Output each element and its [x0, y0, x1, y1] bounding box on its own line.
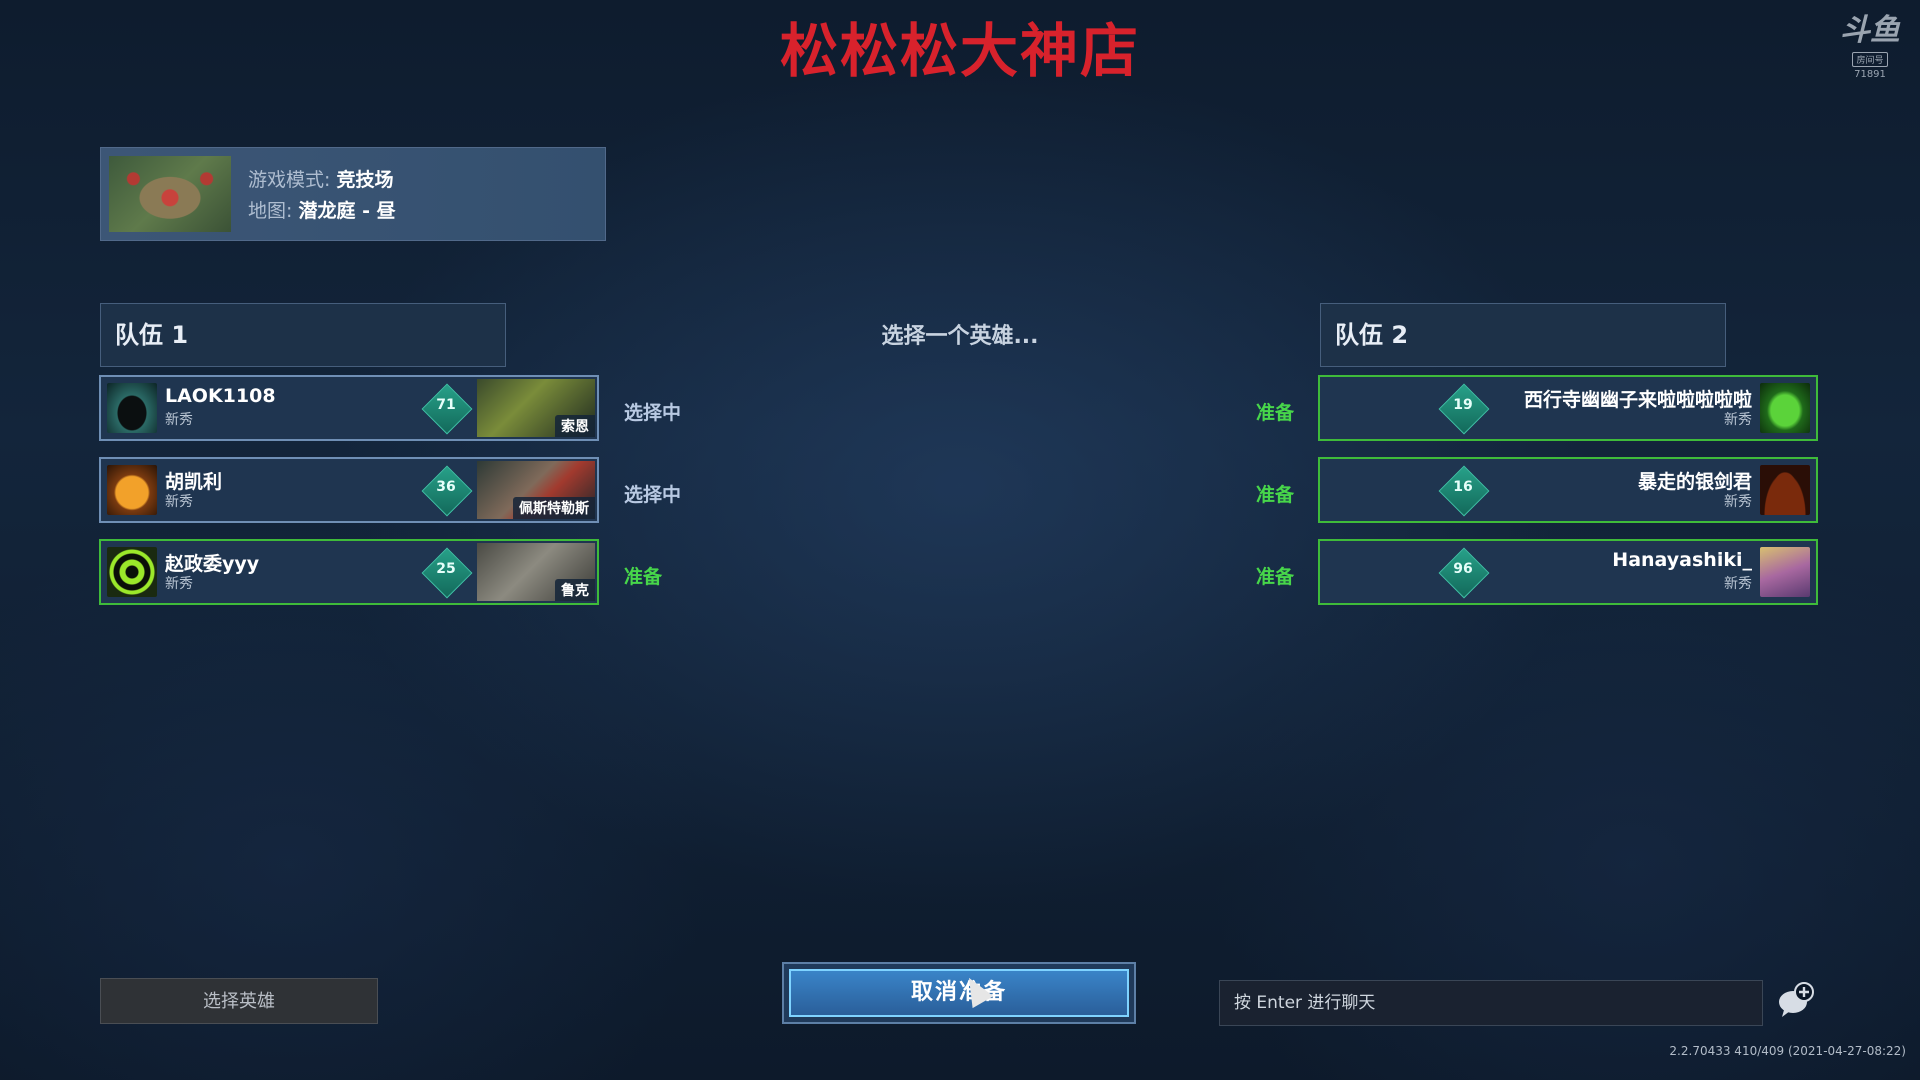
team1-player-slot[interactable]: 胡凯利 新秀 36 佩斯特勒斯 [99, 457, 599, 523]
team1-player-slot[interactable]: 赵政委yyy 新秀 25 鲁克 [99, 539, 599, 605]
chat-add-icon[interactable] [1776, 980, 1816, 1020]
team1-player-slot[interactable]: LAOK1108 新秀 71 索恩 [99, 375, 599, 441]
player-level: 36 [436, 479, 456, 495]
player-status: 准备 [1256, 402, 1295, 424]
select-hero-button[interactable]: 选择英雄 [100, 978, 378, 1024]
silhouette-avatar-icon [1760, 465, 1810, 515]
player-level: 96 [1453, 561, 1473, 577]
map-line: 地图: 潜龙庭 - 昼 [248, 196, 396, 223]
player-level: 16 [1453, 479, 1473, 495]
douyu-logo-icon: 斗鱼 [1840, 13, 1900, 48]
player-rank: 新秀 [1724, 412, 1752, 428]
cancel-ready-label: 取消准备 [789, 969, 1129, 1017]
douyu-watermark: 斗鱼 房间号 71891 [1838, 13, 1902, 81]
biohazard-avatar-icon [107, 547, 157, 597]
player-level: 19 [1453, 397, 1473, 413]
player-status: 准备 [1256, 484, 1295, 506]
player-status: 准备 [1256, 566, 1295, 588]
map-thumbnail [109, 156, 231, 232]
player-name: LAOK1108 [165, 385, 276, 407]
room-id: 71891 [1854, 69, 1886, 80]
player-rank: 新秀 [165, 576, 193, 592]
player-rank: 新秀 [165, 494, 193, 510]
player-rank: 新秀 [165, 412, 193, 428]
player-rank: 新秀 [1724, 576, 1752, 592]
player-name: Hanayashiki_ [1612, 549, 1752, 571]
player-name: 西行寺幽幽子来啦啦啦啦啦 [1523, 389, 1752, 411]
pumpkin-avatar-icon [107, 465, 157, 515]
player-level: 71 [436, 397, 456, 413]
team2-player-slot[interactable]: 19 西行寺幽幽子来啦啦啦啦啦 新秀 [1318, 375, 1818, 441]
hero-name: 佩斯特勒斯 [513, 497, 595, 519]
player-status: 选择中 [624, 402, 682, 424]
frog-avatar-icon [1760, 383, 1810, 433]
hero-name: 鲁克 [555, 579, 595, 601]
anime-girl-avatar-icon [1760, 547, 1810, 597]
hero-name: 索恩 [555, 415, 595, 437]
player-name: 暴走的银剑君 [1637, 471, 1752, 493]
map-label: 地图: [248, 200, 299, 222]
player-level: 25 [436, 561, 456, 577]
team2-player-slot[interactable]: 16 暴走的银剑君 新秀 [1318, 457, 1818, 523]
select-hero-prompt: 选择一个英雄... [881, 324, 1039, 349]
room-label: 房间号 [1852, 52, 1888, 67]
team2-player-slot[interactable]: 96 Hanayashiki_ 新秀 [1318, 539, 1818, 605]
build-version: 2.2.70433 410/409 (2021-04-27-08:22) [1669, 1044, 1906, 1058]
player-rank: 新秀 [1724, 494, 1752, 510]
cancel-ready-button[interactable]: 取消准备 [782, 962, 1136, 1024]
game-mode-panel: 游戏模式: 竞技场 地图: 潜龙庭 - 昼 [100, 147, 606, 241]
map-value: 潜龙庭 - 昼 [298, 200, 396, 222]
stream-overlay-title: 松松松大神店 [779, 17, 1140, 85]
player-status: 选择中 [624, 484, 682, 506]
chat-input[interactable] [1219, 980, 1763, 1026]
game-mode-line: 游戏模式: 竞技场 [248, 165, 393, 192]
player-name: 赵政委yyy [165, 553, 260, 575]
grin-avatar-icon [107, 383, 157, 433]
game-mode-value: 竞技场 [336, 169, 394, 191]
player-status: 准备 [624, 566, 663, 588]
player-name: 胡凯利 [165, 471, 223, 493]
game-mode-label: 游戏模式: [248, 169, 337, 191]
